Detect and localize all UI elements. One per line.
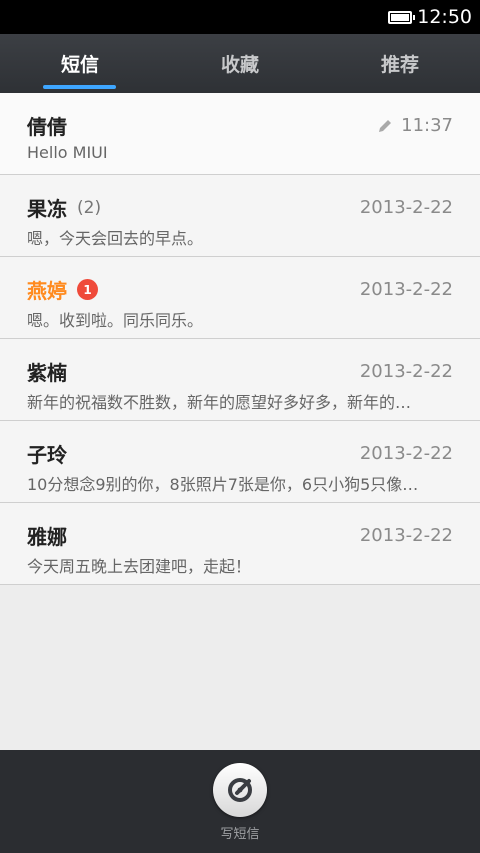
thread-time: 11:37 [377,115,453,136]
status-bar: 12:50 [0,0,480,34]
thread-time: 2013-2-22 [359,525,453,546]
tab-favorites[interactable]: 收藏 [160,34,320,93]
draft-pencil-icon [377,118,393,134]
tab-messages[interactable]: 短信 [0,34,160,93]
thread-row[interactable]: 燕婷 1 2013-2-22 嗯。收到啦。同乐同乐。 [0,257,480,339]
thread-time: 2013-2-22 [359,361,453,382]
list-empty-space [0,589,480,750]
tab-label: 短信 [60,54,99,76]
tab-active-indicator [43,85,116,89]
thread-row[interactable]: 果冻 (2) 2013-2-22 嗯，今天会回去的早点。 [0,175,480,257]
thread-row[interactable]: 雅娜 2013-2-22 今天周五晚上去团建吧，走起！ [0,503,480,585]
contact-name: 燕婷 1 [27,275,98,304]
compose-label: 写短信 [220,827,260,842]
contact-name: 紫楠 [27,361,67,385]
bottom-bar: 写短信 [0,750,480,853]
message-preview: 10分想念9别的你，8张照片7张是你，6只小狗5只像… [27,475,419,494]
tab-bar: 短信 收藏 推荐 [0,34,480,93]
thread-time: 2013-2-22 [359,279,453,300]
contact-name: 子玲 [27,443,67,467]
contact-name: 果冻 (2) [27,197,102,221]
battery-icon [388,10,416,24]
tab-recommended[interactable]: 推荐 [320,34,480,93]
thread-row[interactable]: 紫楠 2013-2-22 新年的祝福数不胜数，新年的愿望好多好多，新年的… [0,339,480,421]
tab-label: 收藏 [220,54,259,76]
thread-row[interactable]: 子玲 2013-2-22 10分想念9别的你，8张照片7张是你，6只小狗5只像… [0,421,480,503]
compose-icon [228,778,252,802]
thread-time: 2013-2-22 [359,443,453,464]
message-preview: 新年的祝福数不胜数，新年的愿望好多好多，新年的… [27,393,412,412]
thread-list: 倩倩 11:37 Hello MIUI 果冻 (2) 2013-2-22 嗯，今… [0,93,480,585]
message-count: (2) [77,197,102,218]
tab-label: 推荐 [380,54,419,76]
message-preview: 嗯，今天会回去的早点。 [27,229,204,248]
unread-badge: 1 [77,279,98,300]
message-preview: 今天周五晚上去团建吧，走起！ [27,557,252,576]
thread-row[interactable]: 倩倩 11:37 Hello MIUI [0,93,480,175]
message-preview: 嗯。收到啦。同乐同乐。 [27,311,204,330]
status-time: 12:50 [417,6,472,28]
message-preview: Hello MIUI [27,143,108,162]
thread-time: 2013-2-22 [359,197,453,218]
contact-name: 倩倩 [27,115,67,139]
compose-button[interactable] [213,763,267,817]
contact-name: 雅娜 [27,525,67,549]
